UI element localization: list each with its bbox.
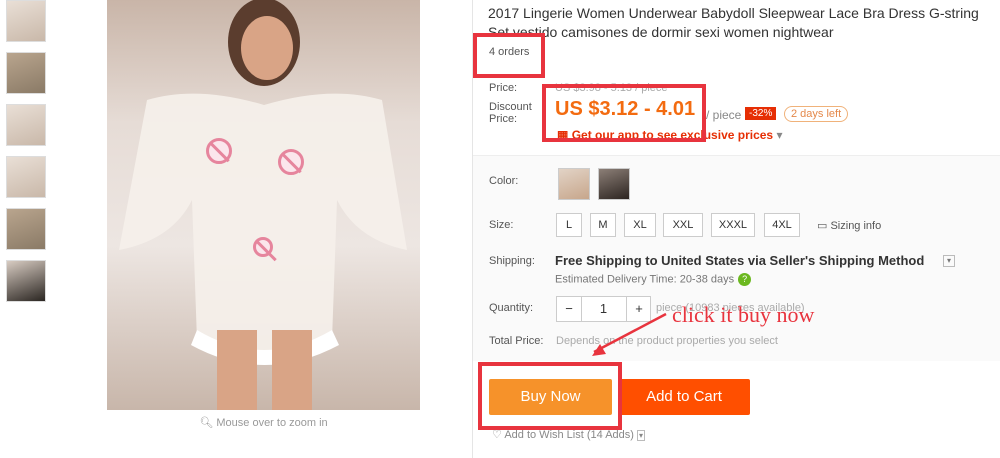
price-label: Price: [489, 82, 518, 94]
thumbnail-4[interactable] [6, 156, 46, 198]
annotation-box-price [542, 84, 706, 142]
quantity-minus-button[interactable]: − [557, 297, 582, 321]
ruler-icon: ▭ [817, 220, 828, 232]
quantity-label: Quantity: [489, 302, 534, 314]
discount-badge: -32% [745, 107, 777, 120]
chevron-down-icon[interactable]: ▾ [637, 430, 646, 441]
annotation-arrow [592, 312, 667, 356]
shipping-label: Shipping: [489, 255, 535, 267]
thumbnail-5[interactable] [6, 208, 46, 250]
size-option-xl[interactable]: XL [624, 213, 656, 237]
total-price-label: Total Price: [489, 335, 544, 347]
help-icon[interactable]: ? [738, 273, 752, 286]
size-option-xxl[interactable]: XXL [663, 213, 703, 237]
model-figure [119, 0, 407, 410]
product-main-image[interactable] [107, 0, 420, 410]
discount-price-label: Discount Price: [489, 101, 532, 125]
annotation-box-orders [473, 33, 545, 78]
color-label: Color: [489, 175, 519, 187]
zoom-hint: 🔍︎ Mouse over to zoom in [199, 417, 328, 429]
sizing-info-link[interactable]: ▭ Sizing info [817, 219, 881, 232]
price-unit: / piece [706, 108, 742, 122]
caret-down-icon: ▾ [776, 128, 783, 142]
blocked-icon [253, 237, 273, 257]
color-option-black[interactable] [598, 168, 630, 200]
thumbnail-6[interactable] [6, 260, 46, 302]
blocked-icon [278, 149, 304, 175]
shipping-method: Free Shipping to United States via Selle… [555, 253, 925, 268]
size-option-xxxl[interactable]: XXXL [711, 213, 755, 237]
heart-icon: ♡ [492, 429, 502, 441]
size-option-4xl[interactable]: 4XL [764, 213, 800, 237]
annotation-box-buy-now [478, 362, 622, 430]
color-option-white[interactable] [558, 168, 590, 200]
chevron-down-icon[interactable]: ▾ [943, 255, 955, 267]
annotation-note: click it buy now [672, 302, 815, 327]
size-label: Size: [489, 219, 514, 231]
product-title: 2017 Lingerie Women Underwear Babydoll S… [488, 5, 979, 40]
thumbnail-list [6, 0, 50, 312]
delivery-estimate: Estimated Delivery Time: 20-38 days? [555, 273, 752, 286]
thumbnail-3[interactable] [6, 104, 46, 146]
time-left-badge: 2 days left [784, 106, 849, 122]
size-option-m[interactable]: M [590, 213, 616, 237]
add-to-wish-list-link[interactable]: ♡ Add to Wish List (14 Adds) ▾ [492, 428, 646, 441]
add-to-cart-button[interactable]: Add to Cart [618, 379, 750, 415]
size-option-l[interactable]: L [556, 213, 582, 237]
blocked-icon [206, 138, 232, 164]
thumbnail-1[interactable] [6, 0, 46, 42]
thumbnail-2[interactable] [6, 52, 46, 94]
